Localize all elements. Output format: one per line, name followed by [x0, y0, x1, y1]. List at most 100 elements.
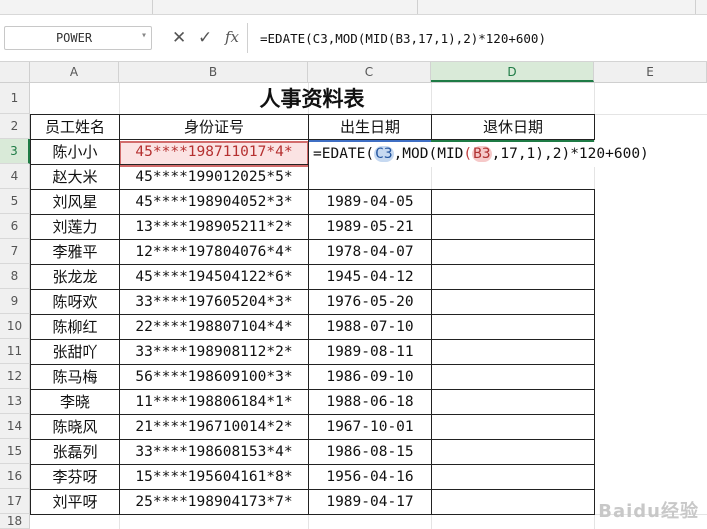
column-header-c[interactable]: C [308, 62, 431, 82]
sheet-title[interactable]: 人事资料表 [30, 83, 594, 114]
row-header[interactable]: 17 [0, 489, 30, 514]
cell-name[interactable]: 张甜吖 [30, 339, 120, 365]
cell-birth[interactable]: 1956-04-16 [308, 464, 432, 490]
cell-birth[interactable]: 1989-08-11 [308, 339, 432, 365]
row-header[interactable]: 4 [0, 164, 30, 189]
cell-birth[interactable]: 1989-05-21 [308, 214, 432, 240]
cell-retire[interactable] [431, 389, 595, 415]
row-header[interactable]: 16 [0, 464, 30, 489]
cell-id[interactable]: 21****196710014*2* [119, 414, 309, 440]
column-header-b[interactable]: B [119, 62, 308, 82]
name-box[interactable]: POWER ▾ [4, 26, 152, 50]
row-header[interactable]: 10 [0, 314, 30, 339]
cell-birth[interactable]: 1986-08-15 [308, 439, 432, 465]
formula-input[interactable]: =EDATE(C3,MOD(MID(B3,17,1),2)*120+600) [250, 15, 707, 61]
cell-name[interactable]: 陈马梅 [30, 364, 120, 390]
cell-birth[interactable]: 1945-04-12 [308, 264, 432, 290]
cell-name[interactable]: 刘莲力 [30, 214, 120, 240]
formula-text: =EDATE(C3,MOD(MID(B3,17,1),2)*120+600) [260, 31, 546, 46]
cell-id[interactable]: 33****198908112*2* [119, 339, 309, 365]
row-header[interactable]: 5 [0, 189, 30, 214]
cell-id[interactable]: 45****194504122*6* [119, 264, 309, 290]
row-header-active[interactable]: 3 [0, 139, 30, 164]
header-id[interactable]: 身份证号 [119, 114, 309, 140]
cell-name[interactable]: 陈柳红 [30, 314, 120, 340]
cell-birth[interactable]: 1989-04-17 [308, 489, 432, 515]
check-icon[interactable]: ✓ [198, 28, 212, 48]
watermark-logo: Baidu经验 [598, 501, 699, 522]
cell-retire[interactable] [431, 464, 595, 490]
cell-name[interactable]: 陈小小 [30, 139, 120, 165]
cell-formula-editor[interactable]: =EDATE(C3,MOD(MID(B3,17,1),2)*120+600) [309, 142, 707, 167]
column-header-a[interactable]: A [30, 62, 119, 82]
cell-id[interactable]: 56****198609100*3* [119, 364, 309, 390]
header-name[interactable]: 员工姓名 [30, 114, 120, 140]
cell-retire[interactable] [431, 264, 595, 290]
cell-id[interactable]: 45****198904052*3* [119, 189, 309, 215]
cell-name[interactable]: 陈呀欢 [30, 289, 120, 315]
cell-name[interactable]: 赵大米 [30, 164, 120, 190]
cell-name[interactable]: 刘风星 [30, 189, 120, 215]
cell-birth[interactable]: 1988-07-10 [308, 314, 432, 340]
cell-retire[interactable] [431, 489, 595, 515]
cell-id[interactable]: 33****198608153*4* [119, 439, 309, 465]
row-header[interactable]: 13 [0, 389, 30, 414]
row-header[interactable]: 11 [0, 339, 30, 364]
row-header[interactable]: 18 [0, 514, 30, 529]
cell-id[interactable]: 25****198904173*7* [119, 489, 309, 515]
column-headers: A B C D E [30, 62, 707, 83]
cell-id[interactable]: 22****198807104*4* [119, 314, 309, 340]
cell-birth[interactable]: 1989-04-05 [308, 189, 432, 215]
header-retire[interactable]: 退休日期 [431, 114, 595, 140]
cell-retire[interactable] [431, 339, 595, 365]
cell-id[interactable]: 45****199012025*5* [119, 164, 309, 190]
cell-retire[interactable] [431, 364, 595, 390]
cell-name[interactable]: 李雅平 [30, 239, 120, 265]
row-header[interactable]: 7 [0, 239, 30, 264]
cell-id[interactable]: 12****197804076*4* [119, 239, 309, 265]
cell-retire[interactable] [431, 439, 595, 465]
cell-birth[interactable]: 1978-04-07 [308, 239, 432, 265]
cell-name[interactable]: 张龙龙 [30, 264, 120, 290]
cell-retire[interactable] [431, 239, 595, 265]
cell-name[interactable]: 刘平呀 [30, 489, 120, 515]
row-header[interactable]: 2 [0, 114, 30, 139]
cell-birth[interactable]: 1976-05-20 [308, 289, 432, 315]
toolbar-strip [0, 0, 707, 15]
cancel-icon[interactable]: ✕ [172, 28, 186, 48]
formula-bar: POWER ▾ ✕ ✓ fx =EDATE(C3,MOD(MID(B3,17,1… [0, 15, 707, 62]
select-all-corner[interactable] [0, 62, 30, 83]
column-header-e[interactable]: E [594, 62, 707, 82]
cell-id[interactable]: 33****197605204*3* [119, 289, 309, 315]
row-header[interactable]: 8 [0, 264, 30, 289]
cell-name[interactable]: 陈晓风 [30, 414, 120, 440]
cell-birth[interactable]: 1986-09-10 [308, 364, 432, 390]
toolbar-segment [152, 0, 418, 14]
cell-retire[interactable] [431, 189, 595, 215]
cell-name[interactable]: 张磊列 [30, 439, 120, 465]
cell-name[interactable]: 李晓 [30, 389, 120, 415]
row-header[interactable]: 14 [0, 414, 30, 439]
row-header[interactable]: 9 [0, 289, 30, 314]
cell-retire[interactable] [431, 214, 595, 240]
row-header[interactable]: 12 [0, 364, 30, 389]
cell-id[interactable]: 45****198711017*4* [119, 139, 309, 165]
cell-id[interactable]: 13****198905211*2* [119, 214, 309, 240]
cell-name[interactable]: 李芬呀 [30, 464, 120, 490]
cell-birth[interactable]: 1967-10-01 [308, 414, 432, 440]
cell-id[interactable]: 11****198806184*1* [119, 389, 309, 415]
row-header[interactable]: 15 [0, 439, 30, 464]
cell-retire[interactable] [431, 414, 595, 440]
cell-birth[interactable]: 1988-06-18 [308, 389, 432, 415]
cell-retire[interactable] [431, 289, 595, 315]
dropdown-icon[interactable]: ▾ [141, 30, 147, 41]
cell-retire[interactable] [431, 314, 595, 340]
name-box-value: POWER [55, 31, 93, 45]
row-header[interactable]: 1 [0, 83, 30, 114]
formula-ref-c3: C3 [374, 146, 394, 162]
column-header-d[interactable]: D [431, 62, 594, 82]
header-birth[interactable]: 出生日期 [308, 114, 432, 140]
cell-id[interactable]: 15****195604161*8* [119, 464, 309, 490]
row-header[interactable]: 6 [0, 214, 30, 239]
fx-icon[interactable]: fx [225, 28, 239, 46]
